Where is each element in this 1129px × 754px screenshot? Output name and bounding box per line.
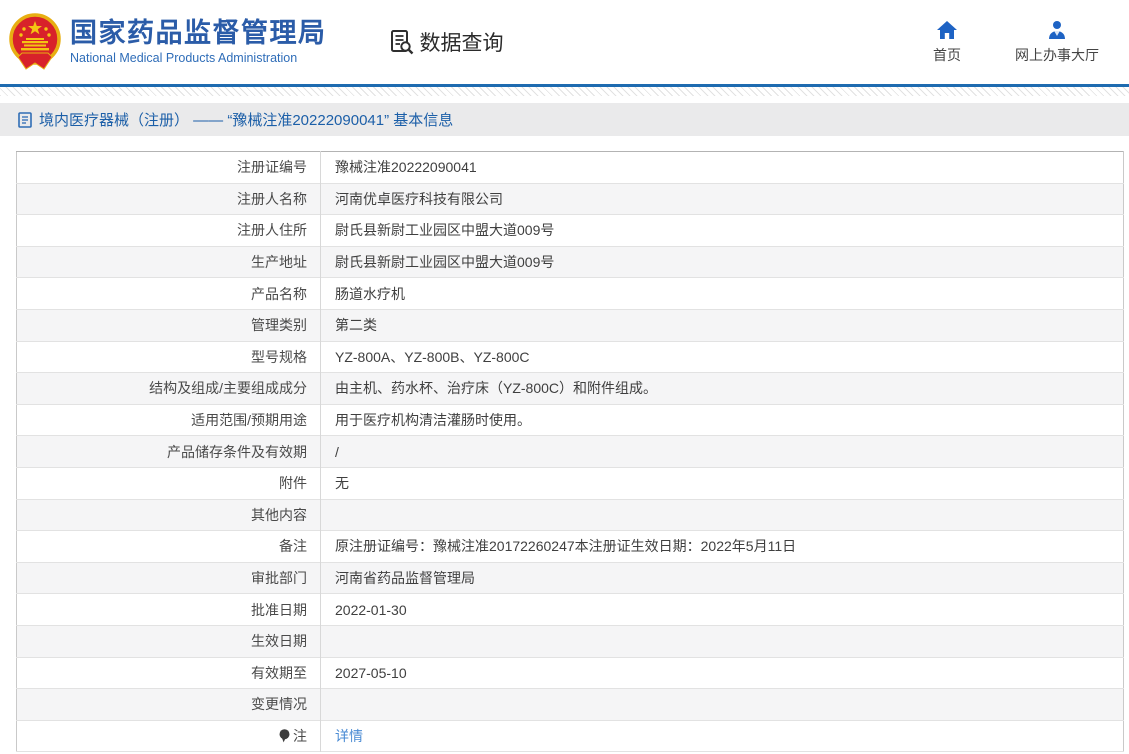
data-query-label: 数据查询 [419,32,504,55]
row-label: 结构及组成/主要组成成分 [16,372,321,405]
row-value: 详情 [321,720,1124,752]
document-search-icon [390,30,413,55]
national-emblem-icon [9,13,61,70]
table-row: 管理类别 第二类 [16,309,1124,342]
table-row: 产品储存条件及有效期 / [16,435,1124,468]
row-value: 豫械注准20222090041 [335,159,477,176]
table-row: 注 详情 [16,720,1124,752]
table-row: 适用范围/预期用途 用于医疗机构清洁灌肠时使用。 [16,404,1124,436]
row-value: 由主机、药水杯、治疗床（YZ-800C）和附件组成。 [335,380,658,397]
row-value: 河南优卓医疗科技有限公司 [335,190,503,207]
row-value: / [335,443,339,460]
row-value: 2022-01-30 [335,601,407,618]
person-icon [1047,20,1067,40]
row-label: 备注 [16,530,321,563]
table-row: 产品名称 肠道水疗机 [16,277,1124,310]
table-row: 批准日期 2022-01-30 [16,593,1124,626]
registration-info-table-wrap: 注册证编号 豫械注准20222090041 注册人名称 河南优卓医疗科技有限公司… [16,151,1124,753]
row-value: YZ-800A、YZ-800B、YZ-800C [335,348,530,365]
row-label: 适用范围/预期用途 [16,404,321,436]
document-icon [18,111,32,128]
row-label: 审批部门 [16,562,321,594]
row-label: 变更情况 [16,688,321,721]
breadcrumb-bar: 境内医疗器械（注册） —— “豫械注准20222090041” 基本信息 [0,103,1129,136]
detail-link[interactable]: 详情 [335,728,363,744]
row-label: 型号规格 [16,341,321,373]
row-label: 注 [16,720,321,752]
row-value: 2027-05-10 [335,664,407,681]
data-query-nav[interactable]: 数据查询 [389,27,504,57]
note-label: 注 [293,727,307,744]
row-value: 尉氏县新尉工业园区中盟大道009号 [335,254,555,271]
row-label: 管理类别 [16,309,321,342]
table-row: 生效日期 [16,625,1124,657]
table-row: 注册证编号 豫械注准20222090041 [16,151,1124,184]
row-label: 生产地址 [16,246,321,278]
site-logo[interactable]: 国家药品监督管理局 National Medical Products Admi… [8,13,327,71]
header-nav: 首页 网上办事大厅 [925,20,1099,65]
table-row: 其他内容 [16,499,1124,531]
page-title: 境内医疗器械（注册） —— “豫械注准20222090041” 基本信息 [39,112,454,129]
row-value: 肠道水疗机 [335,285,405,302]
nav-online-hall-label: 网上办事大厅 [1015,46,1099,63]
row-value: 用于医疗机构清洁灌肠时使用。 [335,412,531,429]
table-row: 生产地址 尉氏县新尉工业园区中盟大道009号 [16,246,1124,278]
row-label: 注册证编号 [16,151,321,184]
table-row: 审批部门 河南省药品监督管理局 [16,562,1124,594]
row-value [321,499,1124,531]
row-label: 注册人名称 [16,183,321,215]
note-balloon-icon [279,729,290,743]
row-label: 产品名称 [16,277,321,310]
table-row: 附件 无 [16,467,1124,500]
registration-info-table: 注册证编号 豫械注准20222090041 注册人名称 河南优卓医疗科技有限公司… [16,151,1124,753]
row-value: 无 [335,475,349,492]
table-row: 变更情况 [16,688,1124,721]
row-value [321,689,1124,721]
nav-home-label: 首页 [933,46,961,63]
org-name-en: National Medical Products Administration [70,51,298,66]
row-label: 附件 [16,467,321,500]
table-row: 注册人住所 尉氏县新尉工业园区中盟大道009号 [16,214,1124,247]
page-header: 国家药品监督管理局 National Medical Products Admi… [0,0,1129,84]
nav-item-home[interactable]: 首页 [925,20,969,65]
table-row: 有效期至 2027-05-10 [16,657,1124,689]
row-label: 其他内容 [16,499,321,531]
row-value [321,625,1124,657]
table-row: 型号规格 YZ-800A、YZ-800B、YZ-800C [16,341,1124,373]
row-label: 生效日期 [16,625,321,657]
row-label: 产品储存条件及有效期 [16,435,321,468]
row-value: 原注册证编号：豫械注准20172260247本注册证生效日期：2022年5月11… [335,538,797,555]
org-name-cn: 国家药品监督管理局 [70,17,327,48]
table-row: 注册人名称 河南优卓医疗科技有限公司 [16,183,1124,215]
hatch-divider [0,87,1129,96]
row-value: 尉氏县新尉工业园区中盟大道009号 [335,222,555,239]
row-label: 有效期至 [16,657,321,689]
nav-item-online-hall[interactable]: 网上办事大厅 [1015,20,1099,65]
row-label: 注册人住所 [16,214,321,247]
row-label: 批准日期 [16,593,321,626]
row-value: 第二类 [335,317,377,334]
org-name-block: 国家药品监督管理局 National Medical Products Admi… [70,17,327,66]
home-icon [936,20,958,40]
row-value: 河南省药品监督管理局 [335,570,475,587]
table-row: 备注 原注册证编号：豫械注准20172260247本注册证生效日期：2022年5… [16,530,1124,563]
table-row: 结构及组成/主要组成成分 由主机、药水杯、治疗床（YZ-800C）和附件组成。 [16,372,1124,405]
